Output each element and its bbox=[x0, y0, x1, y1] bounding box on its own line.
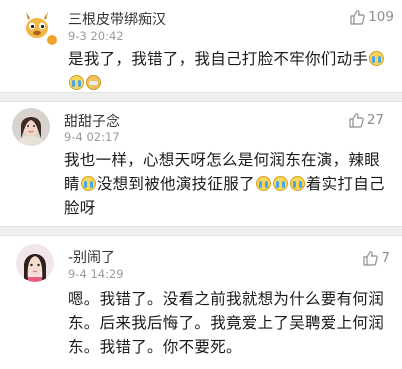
comment-time: 9-3 20:42 bbox=[68, 29, 124, 43]
crying-face-emoji-icon bbox=[69, 75, 84, 90]
comment-username[interactable]: -别闹了 bbox=[68, 247, 115, 267]
comment-text-line: 我也一样，心想天呀怎么是何润东在演，辣眼 bbox=[64, 151, 381, 169]
thumbs-up-icon bbox=[350, 10, 365, 25]
comment-text-line: 没想到被他演技征服了 bbox=[96, 175, 255, 193]
comment-text-line: 脸呀 bbox=[64, 199, 96, 217]
girl-photo-avatar-icon bbox=[12, 108, 50, 146]
girl-cartoon-avatar-icon bbox=[16, 244, 54, 282]
like-button[interactable]: 7 bbox=[362, 250, 390, 266]
crying-face-emoji-icon bbox=[272, 176, 288, 191]
divider bbox=[0, 92, 402, 102]
like-button[interactable]: 27 bbox=[348, 112, 384, 128]
avatar[interactable] bbox=[12, 108, 50, 146]
like-button[interactable]: 109 bbox=[349, 9, 394, 25]
face-palm-emoji-icon bbox=[86, 75, 101, 90]
comment-text-line: 是我了，我错了，我自己打脸不牢你们动手 bbox=[68, 50, 369, 68]
crying-face-emoji-icon bbox=[255, 176, 271, 191]
comment-username[interactable]: 三根皮带绑痴汉 bbox=[68, 9, 166, 29]
comment-text: 是我了，我错了，我自己打脸不牢你们动手 bbox=[68, 47, 390, 95]
crying-face-emoji-icon bbox=[80, 176, 96, 191]
comment-time: 9-4 02:17 bbox=[64, 130, 120, 144]
like-count: 27 bbox=[366, 112, 384, 128]
verified-badge-icon bbox=[46, 34, 58, 46]
comment-text: 我也一样，心想天呀怎么是何润东在演，辣眼 睛没想到被他演技征服了 着实打自己 脸呀 bbox=[64, 148, 394, 220]
divider bbox=[0, 226, 402, 236]
comment-item: 三根皮带绑痴汉 9-3 20:42 109 是我了，我错了，我自己打脸不牢你们动… bbox=[0, 0, 402, 90]
comment-item: -别闹了 9-4 14:29 7 嗯。我错了。没看之前我就想为什么要有何润 东。… bbox=[0, 236, 402, 369]
crying-face-emoji-icon bbox=[369, 51, 385, 66]
like-count: 7 bbox=[381, 250, 390, 266]
like-count: 109 bbox=[368, 9, 394, 25]
comment-text: 嗯。我错了。没看之前我就想为什么要有何润 东。后来我后悔了。我竟爱上了吴聘爱上何… bbox=[68, 287, 398, 359]
crying-face-emoji-icon bbox=[289, 176, 305, 191]
comment-time: 9-4 14:29 bbox=[68, 267, 124, 281]
comment-text-line: 嗯。我错了。没看之前我就想为什么要有何润 bbox=[68, 290, 385, 308]
comment-text-line: 着实打自己 bbox=[305, 175, 385, 193]
comment-username[interactable]: 甜甜子念 bbox=[64, 111, 120, 131]
comment-text-line: 睛 bbox=[64, 175, 80, 193]
thumbs-up-icon bbox=[363, 251, 379, 266]
thumbs-up-icon bbox=[349, 113, 364, 128]
avatar[interactable] bbox=[16, 244, 54, 282]
comment-text-line: 东。后来我后悔了。我竟爱上了吴聘爱上何润 bbox=[68, 314, 385, 332]
comment-text-line: 东。我错了。你不要死。 bbox=[68, 338, 242, 356]
comment-item: 甜甜子念 9-4 02:17 27 我也一样，心想天呀怎么是何润东在演，辣眼 睛… bbox=[0, 102, 402, 226]
